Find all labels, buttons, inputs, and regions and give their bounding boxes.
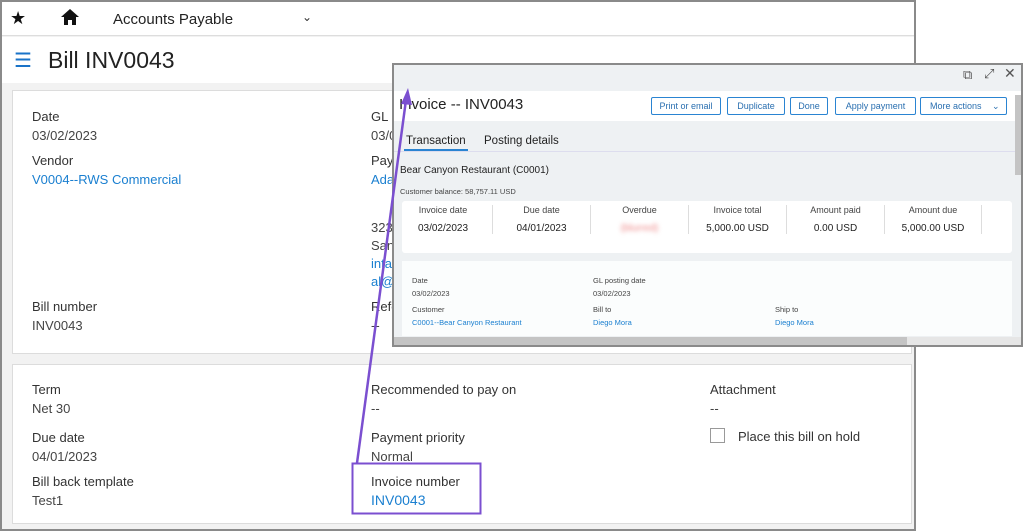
highlight-box (351, 462, 482, 515)
annotation-arrow (355, 99, 408, 464)
annotation-overlay (351, 88, 482, 515)
arrow-head (401, 88, 412, 105)
